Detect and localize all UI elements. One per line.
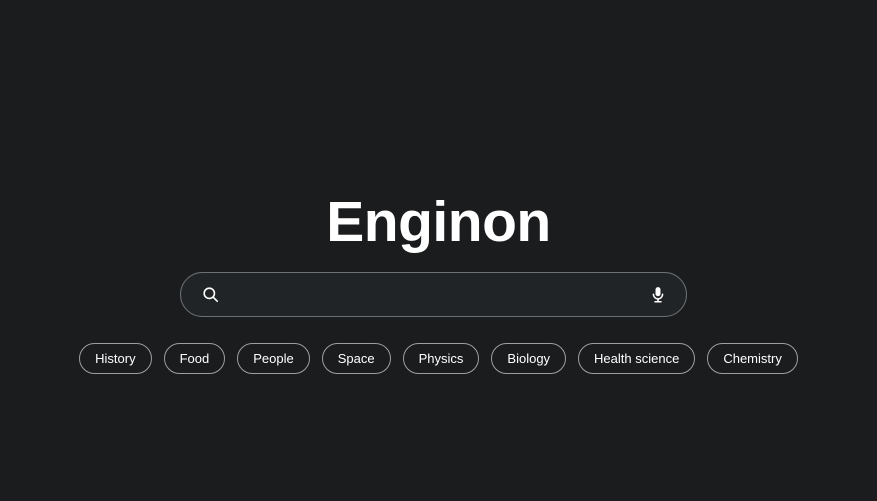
chip-people[interactable]: People [237, 343, 310, 374]
chip-health-science[interactable]: Health science [578, 343, 696, 374]
microphone-icon[interactable] [646, 283, 670, 307]
chip-physics[interactable]: Physics [402, 343, 480, 374]
search-home-page: Enginon History Food People Space Physic… [0, 0, 877, 501]
category-chips-row: History Food People Space Physics Biolog… [0, 343, 877, 374]
search-input[interactable] [231, 273, 638, 316]
search-bar[interactable] [180, 272, 687, 317]
page-title: Enginon [326, 190, 551, 254]
chip-chemistry[interactable]: Chemistry [707, 343, 798, 374]
chip-space[interactable]: Space [321, 343, 391, 374]
chip-history[interactable]: History [79, 343, 152, 374]
chip-food[interactable]: Food [163, 343, 226, 374]
chip-biology[interactable]: Biology [491, 343, 567, 374]
search-icon [199, 284, 221, 306]
